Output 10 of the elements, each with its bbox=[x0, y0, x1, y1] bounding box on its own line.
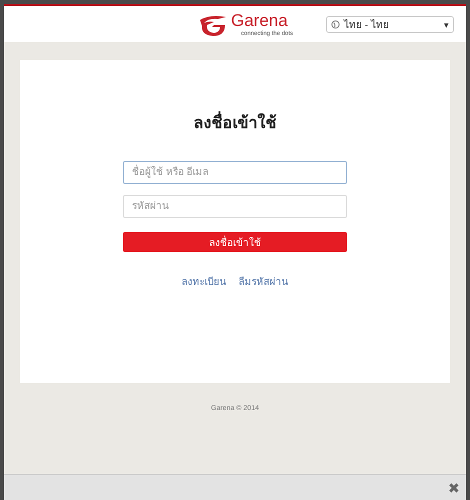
password-field[interactable]: รหัสผ่าน bbox=[123, 195, 347, 218]
globe-icon bbox=[331, 20, 340, 29]
login-link[interactable]: ลืมรหัสผ่าน bbox=[238, 274, 288, 289]
login-title: ลงชื่อเข้าใช้ bbox=[194, 110, 276, 135]
language-select[interactable]: ไทย - ไทย ▾ bbox=[326, 16, 454, 33]
login-link[interactable]: ลงทะเบียน bbox=[182, 274, 226, 289]
login-button[interactable]: ลงชื่อเข้าใช้ bbox=[123, 232, 347, 252]
close-button[interactable]: ✖ bbox=[448, 480, 460, 496]
username-field[interactable]: ชื่อผู้ใช้ หรือ อีเมล bbox=[123, 161, 347, 184]
logo-text: Garena bbox=[231, 11, 288, 30]
